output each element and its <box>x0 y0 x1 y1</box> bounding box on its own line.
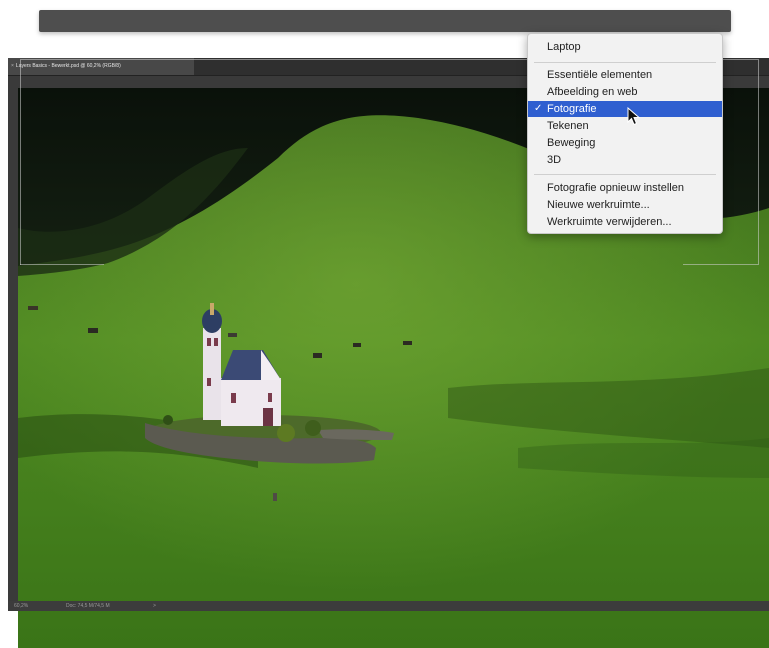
menu-item-delete-workspace[interactable]: Werkruimte verwijderen... <box>528 214 722 230</box>
menu-item-label: Nieuwe werkruimte... <box>547 199 650 211</box>
menu-item-label: Laptop <box>547 41 581 53</box>
application-bar <box>39 10 731 32</box>
menu-item-label: 3D <box>547 154 562 166</box>
menu-item-label: Werkruimte verwijderen... <box>547 216 672 228</box>
menu-separator <box>534 174 716 175</box>
menu-item-essentials[interactable]: Essentiële elementen <box>528 67 722 83</box>
document-size: Doc: 74,5 M/74,5 M <box>66 603 110 609</box>
checkmark-icon: ✓ <box>534 103 543 114</box>
status-menu-arrow[interactable]: > <box>153 601 156 611</box>
workspace-menu: Laptop Essentiële elementen Afbeelding e… <box>527 33 723 234</box>
guide-line <box>683 264 758 265</box>
menu-item-laptop[interactable]: Laptop <box>528 39 722 55</box>
menu-item-label: Afbeelding en web <box>547 86 638 98</box>
menu-item-painting[interactable]: Tekenen <box>528 118 722 134</box>
guide-line <box>20 264 104 265</box>
menu-item-motion[interactable]: Beweging <box>528 135 722 151</box>
menu-item-label: Essentiële elementen <box>547 69 653 81</box>
zoom-level[interactable]: 60,2% <box>14 601 28 611</box>
menu-item-reset[interactable]: Fotografie opnieuw instellen <box>528 180 722 196</box>
menu-item-photography[interactable]: ✓ Fotografie <box>528 101 722 117</box>
menu-separator <box>534 62 716 63</box>
menu-item-label: Tekenen <box>547 120 589 132</box>
menu-item-label: Fotografie opnieuw instellen <box>547 182 684 194</box>
menu-item-label: Beweging <box>547 137 596 149</box>
status-bar: 60,2% Doc: 74,5 M/74,5 M > <box>8 601 769 611</box>
close-icon[interactable]: × <box>11 63 14 69</box>
pointer-cursor-icon <box>627 107 641 126</box>
menu-item-graphic-web[interactable]: Afbeelding en web <box>528 84 722 100</box>
menu-item-label: Fotografie <box>547 103 597 115</box>
menu-item-new-workspace[interactable]: Nieuwe werkruimte... <box>528 197 722 213</box>
menu-item-3d[interactable]: 3D <box>528 152 722 168</box>
